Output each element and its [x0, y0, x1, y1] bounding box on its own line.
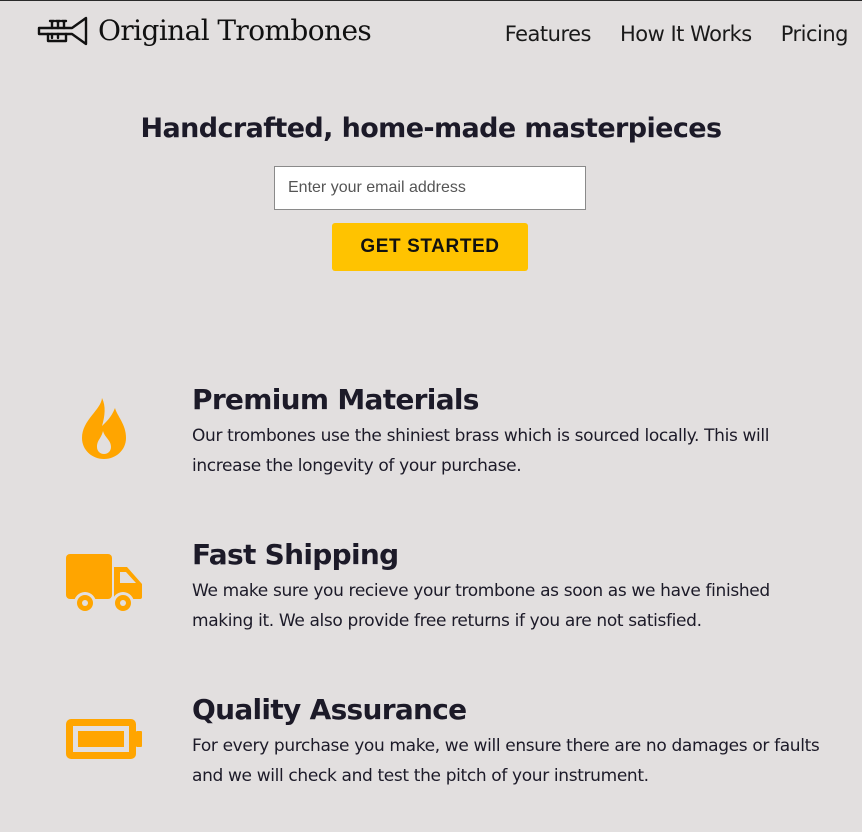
- hero-title: Handcrafted, home-made masterpieces: [140, 113, 723, 144]
- site-header: Original Trombones Features How It Works…: [0, 1, 862, 67]
- battery-icon: [66, 719, 142, 759]
- feature-description: For every purchase you make, we will ens…: [192, 736, 820, 786]
- feature-title: Fast Shipping: [192, 538, 399, 571]
- truck-icon: [66, 554, 142, 614]
- hero-section: Handcrafted, home-made masterpieces GET …: [0, 109, 862, 271]
- get-started-button[interactable]: GET STARTED: [332, 223, 528, 271]
- feature-fast-shipping: Fast Shipping We make sure you recieve y…: [0, 538, 862, 648]
- main-nav: Features How It Works Pricing: [476, 21, 849, 47]
- nav-link-features[interactable]: Features: [505, 21, 592, 47]
- feature-description: We make sure you recieve your trombone a…: [192, 581, 770, 631]
- feature-description: Our trombones use the shiniest brass whi…: [192, 426, 770, 476]
- nav-link-how-it-works[interactable]: How It Works: [620, 21, 752, 47]
- feature-title: Quality Assurance: [192, 693, 467, 726]
- email-input[interactable]: [274, 166, 586, 210]
- feature-quality-assurance: Quality Assurance For every purchase you…: [0, 693, 862, 803]
- feature-premium-materials: Premium Materials Our trombones use the …: [0, 383, 862, 493]
- trumpet-icon: [37, 16, 88, 46]
- fire-icon: [82, 398, 126, 459]
- brand-logo[interactable]: Original Trombones: [36, 14, 372, 48]
- feature-title: Premium Materials: [192, 383, 479, 416]
- nav-link-pricing[interactable]: Pricing: [781, 21, 849, 47]
- brand-name: Original Trombones: [98, 14, 372, 47]
